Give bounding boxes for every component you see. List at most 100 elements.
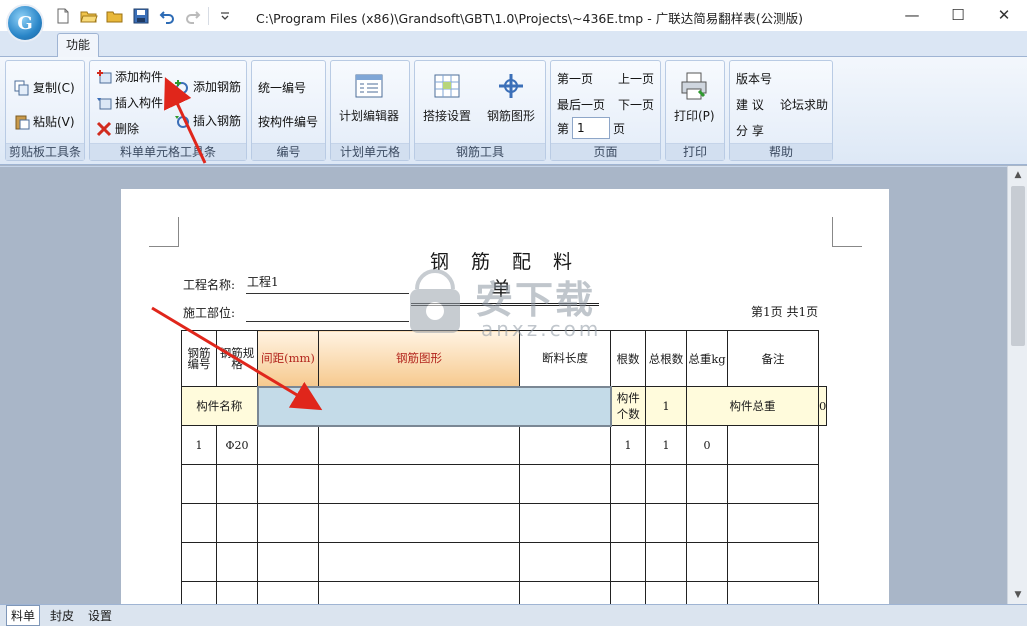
- maximize-button[interactable]: ☐: [935, 0, 981, 30]
- splice-settings-button[interactable]: 搭接设置: [423, 71, 471, 124]
- copy-label: 复制(C): [33, 81, 75, 95]
- header-total-weight: 总重kg: [686, 330, 728, 387]
- cell-bar-spec[interactable]: Φ20: [216, 425, 258, 465]
- delete-icon: [96, 121, 112, 136]
- page-suffix-label: 页: [613, 121, 626, 136]
- print-group-label: 打印: [666, 143, 724, 160]
- crop-mark-top-left: [149, 217, 179, 247]
- open-icon[interactable]: [78, 6, 99, 26]
- numbering-group: 统一编号 按构件编号 编号: [251, 60, 326, 161]
- forum-help-button[interactable]: 论坛求助: [780, 96, 828, 113]
- tab-material-list[interactable]: 料单: [6, 605, 41, 626]
- insert-rebar-label: 插入钢筋: [193, 114, 242, 128]
- last-page-button[interactable]: 最后一页: [557, 96, 605, 113]
- printer-icon: [681, 72, 707, 100]
- paste-label: 粘贴(V): [33, 115, 75, 129]
- first-page-button[interactable]: 第一页: [557, 70, 593, 87]
- window-controls: — ☐ ✕: [889, 0, 1027, 30]
- redo-icon[interactable]: [182, 6, 203, 26]
- close-button[interactable]: ✕: [981, 0, 1027, 30]
- splice-settings-label: 搭接设置: [423, 109, 472, 123]
- unified-numbering-button[interactable]: 统一编号: [258, 79, 306, 96]
- undo-icon[interactable]: [156, 6, 177, 26]
- share-button[interactable]: 分 享: [736, 122, 764, 139]
- page-info: 第1页 共1页: [751, 305, 819, 319]
- insert-rebar-button[interactable]: 插入钢筋: [174, 112, 241, 129]
- cell-remark[interactable]: [727, 425, 819, 465]
- site-label: 施工部位:: [183, 306, 236, 320]
- tab-settings[interactable]: 设置: [84, 606, 116, 625]
- component-count-value[interactable]: 1: [645, 386, 687, 426]
- paste-button[interactable]: 粘贴(V): [14, 113, 75, 130]
- delete-label: 删除: [115, 122, 140, 136]
- cell-shape[interactable]: [318, 425, 520, 465]
- title-bar: G C:\Program Files (x86)\Grandsoft\GBT\1…: [0, 0, 1027, 42]
- cell-bar-no[interactable]: 1: [181, 425, 217, 465]
- table-row[interactable]: [181, 464, 827, 504]
- ribbon: 复制(C) 粘贴(V) 剪贴板工具条 添加构件 插入构件 删除 添加钢筋 插入钢…: [0, 57, 1027, 165]
- page-jump: 第 1 页: [557, 117, 625, 139]
- paste-icon: [15, 115, 30, 129]
- insert-component-label: 插入构件: [115, 96, 164, 110]
- component-weight-value: 0: [817, 386, 828, 426]
- insert-component-button[interactable]: 插入构件: [96, 94, 163, 111]
- cell-spacing[interactable]: [257, 425, 319, 465]
- component-name-input[interactable]: [256, 385, 612, 427]
- table-row: 1 Φ20 1 1 0: [181, 425, 827, 465]
- scroll-down-icon[interactable]: ▼: [1008, 586, 1027, 604]
- cell-tools-group-label: 料单单元格工具条: [90, 143, 246, 160]
- sheet-tab-bar: 料单 封皮 设置: [0, 604, 1027, 626]
- number-by-component-button[interactable]: 按构件编号: [258, 113, 318, 130]
- add-component-icon: [97, 69, 112, 83]
- header-remark: 备注: [727, 330, 819, 387]
- plan-editor-icon: [355, 74, 383, 98]
- minimize-button[interactable]: —: [889, 0, 935, 30]
- divider: [208, 7, 209, 25]
- table-row[interactable]: [181, 581, 827, 604]
- component-count-label: 构件个数: [610, 386, 646, 426]
- scroll-thumb[interactable]: [1011, 186, 1025, 346]
- print-button[interactable]: 打印(P): [674, 71, 715, 124]
- suggestion-button[interactable]: 建 议: [736, 96, 764, 113]
- prev-page-button[interactable]: 上一页: [618, 70, 654, 87]
- header-bar-spec: 钢筋规格: [216, 330, 258, 387]
- page-number-input[interactable]: 1: [572, 117, 611, 139]
- plan-editor-button[interactable]: 计划编辑器: [339, 71, 399, 124]
- print-label: 打印(P): [674, 109, 715, 123]
- clipboard-group: 复制(C) 粘贴(V) 剪贴板工具条: [5, 60, 85, 161]
- component-name-label: 构件名称: [181, 386, 258, 426]
- next-page-button[interactable]: 下一页: [618, 96, 654, 113]
- open-folder-icon[interactable]: [104, 6, 125, 26]
- copy-button[interactable]: 复制(C): [14, 79, 75, 96]
- rebar-shape-button[interactable]: 钢筋图形: [487, 71, 535, 124]
- cell-cut-length[interactable]: [519, 425, 611, 465]
- add-rebar-label: 添加钢筋: [193, 80, 242, 94]
- cell-total-weight: 0: [686, 425, 728, 465]
- delete-button[interactable]: 删除: [96, 120, 139, 137]
- vertical-scrollbar[interactable]: ▲ ▼: [1007, 166, 1027, 604]
- header-total-count: 总根数: [645, 330, 687, 387]
- splice-settings-icon: [434, 74, 460, 98]
- add-rebar-icon: [175, 79, 188, 94]
- insert-rebar-icon: [175, 115, 189, 128]
- add-rebar-button[interactable]: 添加钢筋: [174, 78, 241, 95]
- cell-count[interactable]: 1: [610, 425, 646, 465]
- customize-dropdown-icon[interactable]: [214, 6, 235, 26]
- new-icon[interactable]: [52, 6, 73, 26]
- cell-tools-group: 添加构件 插入构件 删除 添加钢筋 插入钢筋 料单单元格工具条: [89, 60, 247, 161]
- add-component-button[interactable]: 添加构件: [96, 68, 163, 85]
- help-group: 版本号 建 议 论坛求助 分 享 帮助: [729, 60, 833, 161]
- project-name-value[interactable]: 工程1: [247, 273, 279, 290]
- save-icon[interactable]: [130, 6, 151, 26]
- numbering-group-label: 编号: [252, 143, 325, 160]
- rebar-tools-group-label: 钢筋工具: [415, 143, 545, 160]
- version-button[interactable]: 版本号: [736, 70, 772, 87]
- help-group-label: 帮助: [730, 143, 832, 160]
- tab-functions[interactable]: 功能: [57, 33, 99, 58]
- tab-cover[interactable]: 封皮: [46, 606, 78, 625]
- table-row[interactable]: [181, 542, 827, 582]
- grandsoft-orb-icon[interactable]: G: [6, 4, 44, 42]
- scroll-up-icon[interactable]: ▲: [1008, 166, 1027, 184]
- table-row[interactable]: [181, 503, 827, 543]
- document-title: 钢 筋 配 料 单: [411, 247, 599, 306]
